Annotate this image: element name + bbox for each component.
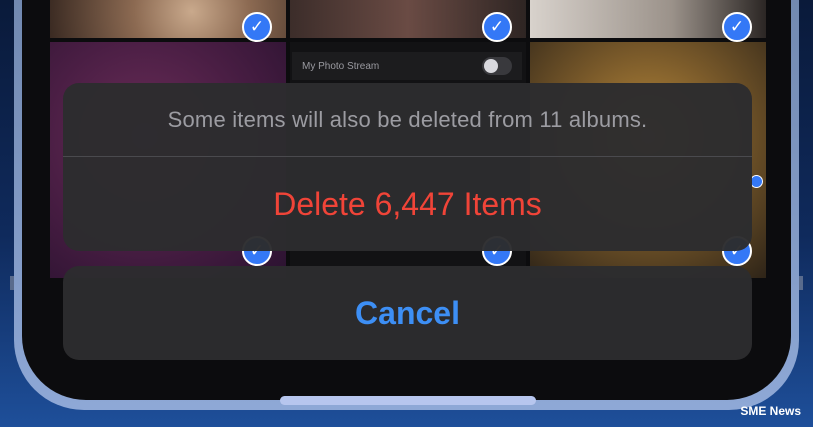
home-indicator[interactable] <box>280 396 536 405</box>
action-sheet-message: Some items will also be deleted from 11 … <box>167 106 648 132</box>
checkmark-icon[interactable]: ✓ <box>722 12 752 42</box>
photo-stream-label: My Photo Stream <box>302 60 380 72</box>
action-sheet: Some items will also be deleted from 11 … <box>63 83 752 251</box>
cancel-button[interactable]: Cancel <box>63 266 752 360</box>
toggle-knob <box>484 59 498 73</box>
checkmark-icon[interactable]: ✓ <box>242 12 272 42</box>
delete-items-button[interactable]: Delete 6,447 Items <box>63 157 752 251</box>
photo-stream-row: My Photo Stream <box>292 52 522 80</box>
checkmark-icon[interactable]: ✓ <box>482 12 512 42</box>
photo-stream-toggle[interactable] <box>482 57 512 75</box>
watermark-logo: SME News <box>740 404 801 418</box>
